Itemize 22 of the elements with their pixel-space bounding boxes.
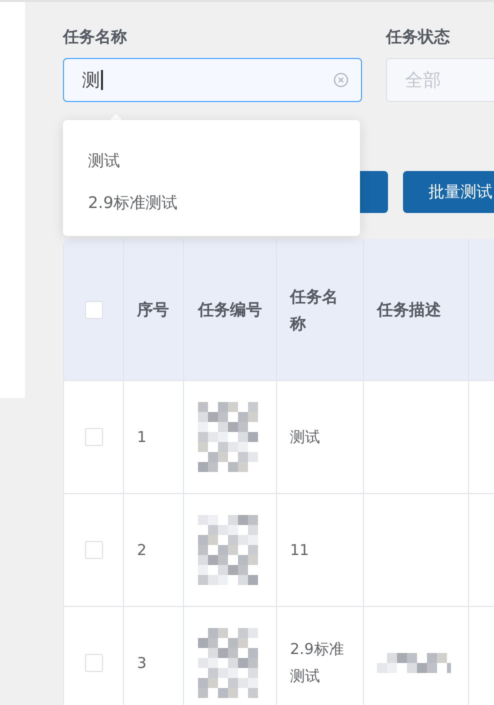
field-label: 任务名称 xyxy=(63,26,128,48)
select-all-checkbox[interactable] xyxy=(84,300,102,318)
column-header: 序号 xyxy=(137,299,169,321)
table-cell-text: 1 xyxy=(137,426,147,448)
clear-icon[interactable] xyxy=(333,72,349,88)
column-header: 任务名称 xyxy=(290,286,339,334)
action-button[interactable]: 批量测试 xyxy=(403,171,494,213)
table-cell-text: 11 xyxy=(290,540,310,560)
table-cell-text: 测试 xyxy=(290,426,320,448)
field-label: 任务状态 xyxy=(386,26,451,48)
row-checkbox[interactable] xyxy=(84,654,102,672)
suggestion-item[interactable]: 测试 xyxy=(63,140,360,182)
table-cell-text: 3 xyxy=(137,652,147,674)
field-value: 测 xyxy=(82,69,100,92)
search-field[interactable]: 测 xyxy=(63,58,362,102)
table-cell-text: 2.9标准测试 xyxy=(290,639,345,687)
column-header: 任务描述 xyxy=(377,299,441,321)
suggestion-item[interactable]: 2.9标准测试 xyxy=(63,182,360,224)
row-checkbox[interactable] xyxy=(84,541,102,559)
row-checkbox[interactable] xyxy=(84,428,102,446)
table-cell-text: 2 xyxy=(137,540,147,560)
column-header: 任务编号 xyxy=(198,299,262,321)
